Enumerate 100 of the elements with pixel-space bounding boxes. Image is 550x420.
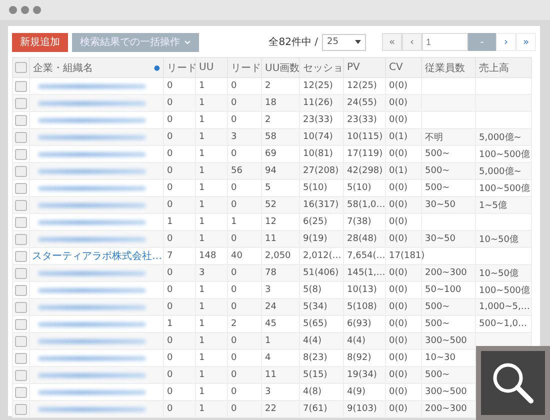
row-checkbox[interactable] (15, 216, 27, 228)
table-cell: 1 (199, 149, 205, 159)
table-cell: 17(181) (389, 251, 425, 261)
table-cell: 1 (199, 319, 205, 329)
table-cell: 3 (265, 387, 271, 397)
table-cell: 0(1) (389, 132, 408, 142)
table-cell: 6(93) (347, 319, 372, 329)
table-cell: 0(0) (389, 200, 408, 210)
table-cell: 52 (265, 200, 276, 210)
table-cell: 0 (167, 149, 173, 159)
table-cell: 1 (199, 353, 205, 363)
table-cell: 500~ (425, 149, 450, 159)
table-cell: 69 (265, 149, 276, 159)
table-cell: 10~30 (425, 353, 456, 363)
table-cell: 56 (231, 166, 242, 176)
row-checkbox[interactable] (15, 336, 27, 346)
caret-icon (355, 40, 361, 44)
select-all-checkbox[interactable] (15, 62, 27, 73)
table-cell: 0(0) (389, 404, 408, 414)
table-cell: 7 (167, 251, 173, 261)
table-cell: 1 (199, 183, 205, 193)
row-checkbox[interactable] (15, 352, 27, 364)
table-cell: 0(0) (389, 217, 408, 227)
table-cell: 1 (199, 115, 205, 125)
table-cell: 27(208) (303, 166, 339, 176)
table-cell: 24 (265, 302, 276, 312)
table-cell: 300~500 (425, 336, 467, 346)
table-cell: 10~50億 (479, 268, 518, 278)
row-checkbox[interactable] (15, 80, 27, 92)
table-cell: 78 (265, 268, 276, 278)
table-cell: 10(74) (303, 132, 333, 142)
table-cell: 23(33) (303, 115, 333, 125)
first-page-button[interactable]: « (382, 33, 402, 51)
table-cell: 2 (231, 319, 237, 329)
row-checkbox[interactable] (15, 302, 27, 312)
row-checkbox[interactable] (15, 370, 27, 380)
row-checkbox[interactable] (15, 284, 27, 296)
table-cell: 58 (265, 132, 276, 142)
column-header[interactable]: PV (347, 62, 360, 73)
table-cell: 不明 (425, 132, 443, 142)
table-cell: 0 (167, 336, 173, 346)
table-cell: 0 (231, 404, 237, 414)
table-cell: 0 (231, 98, 237, 108)
table-cell: 2 (265, 115, 271, 125)
row-checkbox[interactable] (15, 132, 27, 142)
table-cell: 2,012(… (303, 251, 342, 261)
prev-page-button[interactable]: ‹ (402, 33, 422, 51)
table-cell: 0 (167, 115, 173, 125)
row-checkbox[interactable] (15, 318, 27, 330)
table-cell: 0 (167, 132, 173, 142)
row-checkbox[interactable] (15, 234, 27, 244)
row-checkbox[interactable] (15, 386, 27, 398)
window-dot (21, 6, 29, 14)
zoom-button[interactable] (476, 346, 550, 420)
window-dot (9, 6, 17, 14)
table-cell: 500~ (425, 370, 450, 380)
column-header[interactable]: 企業・組織名 (33, 60, 93, 74)
next-page-button[interactable]: › (496, 33, 516, 51)
table-cell: 1 (199, 336, 205, 346)
table-cell: 5(65) (303, 319, 328, 329)
row-checkbox[interactable] (15, 250, 27, 262)
table-cell: 0(0) (389, 370, 408, 380)
row-checkbox[interactable] (15, 404, 27, 414)
row-checkbox[interactable] (15, 114, 27, 126)
table-cell: 0 (167, 268, 173, 278)
table-cell: 0 (167, 166, 173, 176)
table-cell: 10(115) (347, 132, 383, 142)
row-checkbox[interactable] (15, 200, 27, 210)
table-cell: 1 (199, 370, 205, 380)
table-cell: 0 (167, 98, 173, 108)
table-cell: 8(23) (303, 353, 328, 363)
table-cell: 51(406) (303, 268, 339, 278)
row-checkbox[interactable] (15, 268, 27, 278)
last-page-button[interactable]: » (516, 33, 536, 51)
table-cell: 16(317) (303, 200, 339, 210)
table-cell: 0 (231, 353, 237, 363)
table-cell: 17(119) (347, 149, 383, 159)
table-cell: 42(298) (347, 166, 383, 176)
table-cell: 11 (265, 234, 276, 244)
table-cell: 10(81) (303, 149, 333, 159)
page-field[interactable]: 1 (422, 33, 468, 51)
table-cell: 0 (231, 115, 237, 125)
add-button[interactable]: 新規追加 (12, 32, 68, 52)
row-checkbox[interactable] (15, 166, 27, 176)
table-cell: 100~500億 (479, 184, 530, 194)
table-cell: 8(92) (347, 353, 372, 363)
table-cell: 0 (231, 302, 237, 312)
table-cell: 0 (231, 370, 237, 380)
row-checkbox[interactable] (15, 98, 27, 108)
table-cell: 40 (231, 251, 242, 261)
table-cell: 1 (199, 234, 205, 244)
table-cell: 58(1,0… (347, 200, 386, 210)
per-page-select[interactable]: 25 (322, 34, 366, 50)
table-cell: 0 (167, 234, 173, 244)
table-cell: 100~500億 (479, 286, 530, 296)
table-cell: 0(0) (389, 353, 408, 363)
row-checkbox[interactable] (15, 182, 27, 194)
table-cell: 5(15) (303, 370, 328, 380)
row-checkbox[interactable] (15, 148, 27, 160)
table-cell: 7(38) (347, 217, 372, 227)
